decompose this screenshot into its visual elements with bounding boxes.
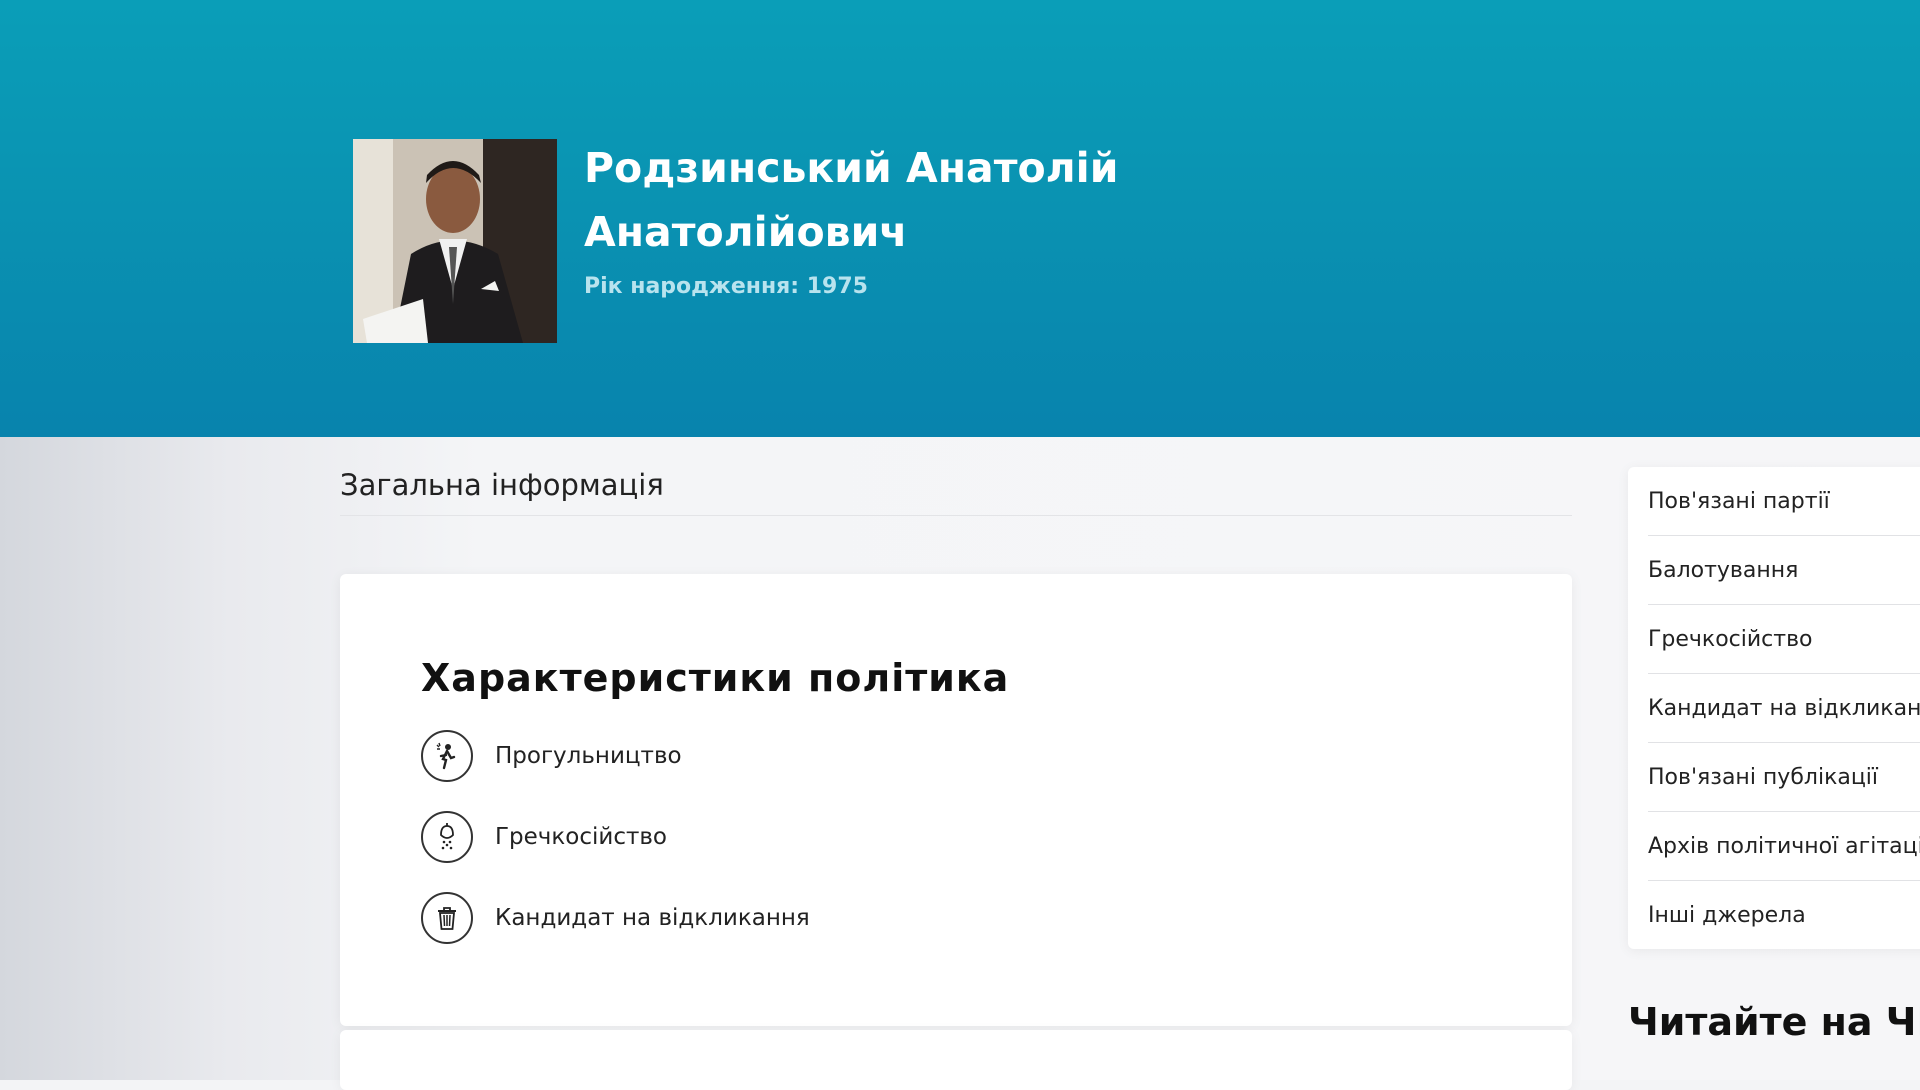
trait-label: Кандидат на відкликання: [495, 905, 810, 931]
sidebar-item-recall-candidate[interactable]: Кандидат на відкликанн: [1648, 674, 1920, 743]
sidebar-nav: Пов'язані партії Балотування Гречкосійст…: [1628, 467, 1920, 949]
trait-label: Гречкосійство: [495, 824, 667, 850]
sidebar-item-related-publications[interactable]: Пов'язані публікації: [1648, 743, 1920, 812]
sidebar-item-agitation-archive[interactable]: Архів політичної агітаці: [1648, 812, 1920, 881]
section-title: Загальна інформація: [340, 468, 664, 502]
birth-year: Рік народження: 1975: [584, 274, 868, 299]
section-divider: [340, 515, 1572, 516]
trait-recall-candidate: Кандидат на відкликання: [421, 890, 810, 946]
buckwheat-icon: [421, 811, 473, 863]
sidebar-item-related-parties[interactable]: Пов'язані партії: [1648, 467, 1920, 536]
read-more-heading: Читайте на ЧЕС: [1628, 1000, 1920, 1044]
portrait-image: [353, 139, 557, 343]
trait-label: Прогульництво: [495, 743, 682, 769]
profile-photo: [353, 139, 557, 343]
trash-icon: [421, 892, 473, 944]
truant-runner-icon: [421, 730, 473, 782]
trait-buckwheat: Гречкосійство: [421, 809, 667, 865]
sidebar-item-other-sources[interactable]: Інші джерела: [1648, 881, 1920, 949]
next-card: [340, 1030, 1572, 1090]
characteristics-title: Характеристики політика: [421, 656, 1010, 700]
sidebar-item-buckwheat[interactable]: Гречкосійство: [1648, 605, 1920, 674]
name-line-2: Анатолійович: [584, 208, 908, 256]
trait-truancy: Прогульництво: [421, 728, 682, 784]
characteristics-card: Характеристики політика Прогульництво Гр…: [340, 574, 1572, 1026]
politician-name: Родзинський Анатолій Анатолійович: [584, 136, 1284, 264]
sidebar-item-candidacy[interactable]: Балотування: [1648, 536, 1920, 605]
name-line-1: Родзинський Анатолій: [584, 144, 1119, 192]
